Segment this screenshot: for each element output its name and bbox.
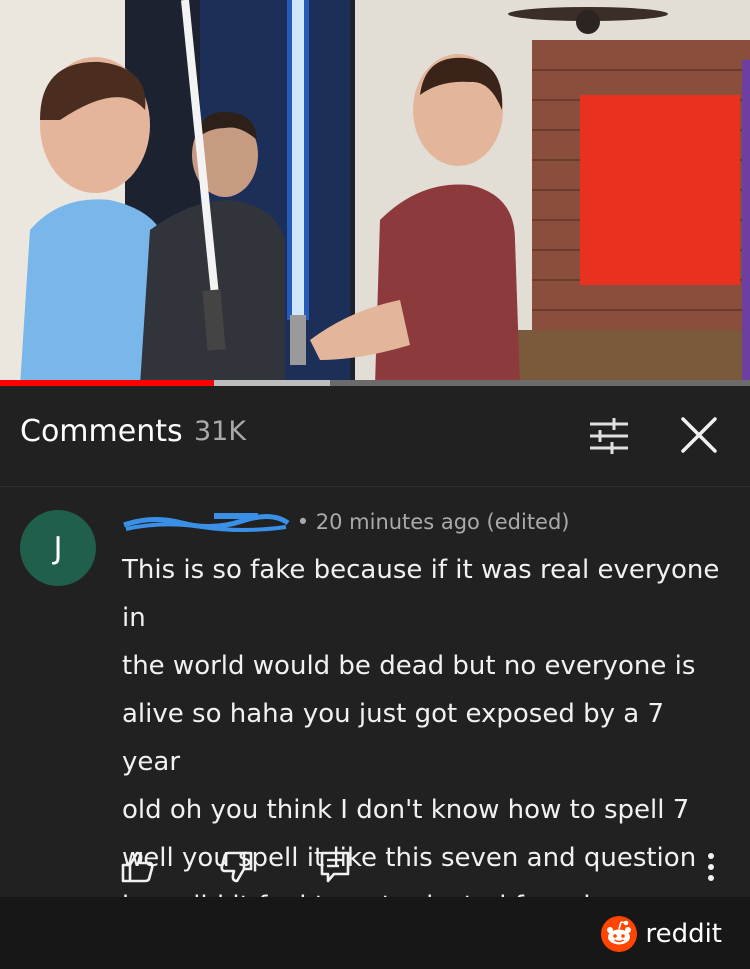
comments-header: Comments 31K bbox=[0, 386, 750, 487]
thumbs-down-icon[interactable] bbox=[220, 850, 254, 884]
redacted-username bbox=[122, 511, 290, 535]
footer-bar: reddit bbox=[0, 897, 750, 969]
more-vertical-icon[interactable] bbox=[694, 850, 728, 884]
comment-meta: • 20 minutes ago (edited) bbox=[122, 510, 570, 540]
reply-icon[interactable] bbox=[318, 850, 352, 884]
reddit-watermark: reddit bbox=[601, 915, 722, 953]
comments-title: Comments bbox=[20, 414, 183, 449]
reddit-logo-icon bbox=[601, 916, 638, 952]
comments-count: 31K bbox=[194, 416, 247, 447]
reddit-wordmark: reddit bbox=[645, 919, 722, 949]
video-frame bbox=[0, 0, 750, 386]
commenter-avatar[interactable]: J bbox=[20, 510, 96, 586]
thumbs-up-icon[interactable] bbox=[120, 850, 154, 884]
video-player[interactable] bbox=[0, 0, 750, 386]
avatar-letter: J bbox=[53, 530, 63, 566]
comment-timestamp: • 20 minutes ago (edited) bbox=[296, 510, 570, 534]
close-icon[interactable] bbox=[678, 414, 720, 456]
comments-panel: Comments 31K J • 20 minutes ago (edited)… bbox=[0, 386, 750, 921]
sliders-icon[interactable] bbox=[586, 416, 632, 456]
comment-body: This is so fake because if it was real e… bbox=[122, 555, 720, 921]
